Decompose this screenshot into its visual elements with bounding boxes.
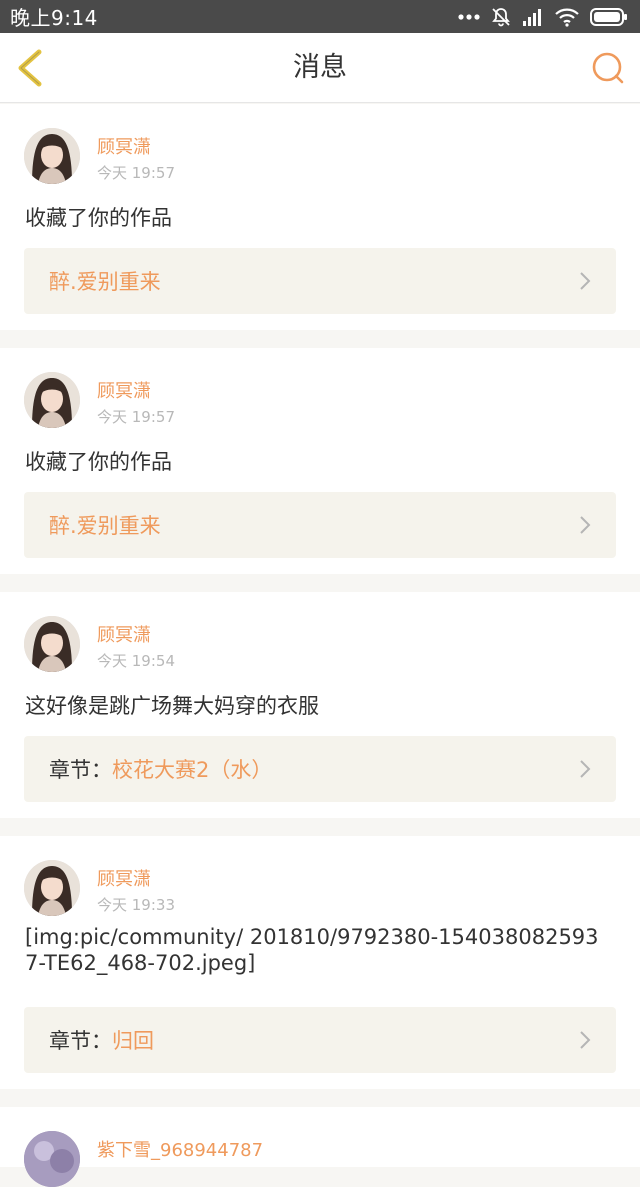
- message-text: 收藏了你的作品: [25, 450, 172, 474]
- chapter-reference-link[interactable]: 章节：归回: [24, 1007, 616, 1073]
- battery-icon: [590, 7, 627, 26]
- work-reference-link[interactable]: 醉.爱别重来: [24, 492, 616, 558]
- chapter-reference-link[interactable]: 章节：校花大赛2（水）: [24, 736, 616, 802]
- chevron-right-icon: [580, 760, 591, 778]
- status-time: 晚上9:14: [10, 6, 98, 30]
- message-text: [img:pic/community/ 201810/9792380-15403…: [25, 925, 599, 975]
- avatar[interactable]: [24, 128, 80, 184]
- reference-title: 醉.爱别重来: [49, 270, 161, 294]
- reference-prefix: 章节：: [49, 1029, 112, 1053]
- reference-label: 章节：校花大赛2（水）: [49, 754, 272, 784]
- message-text: 收藏了你的作品: [25, 206, 172, 230]
- timestamp: 今天 19:33: [97, 896, 175, 914]
- timestamp: 今天 19:54: [97, 652, 175, 670]
- search-icon[interactable]: [590, 50, 626, 86]
- username[interactable]: 顾冥潇: [97, 377, 151, 403]
- reference-label: 章节：归回: [49, 1025, 154, 1055]
- work-reference-link[interactable]: 醉.爱别重来: [24, 248, 616, 314]
- message-text: 这好像是跳广场舞大妈穿的衣服: [25, 694, 319, 718]
- avatar[interactable]: [24, 1131, 80, 1187]
- username[interactable]: 紫下雪_968944787: [97, 1136, 263, 1162]
- signal-icon: [523, 8, 541, 26]
- chevron-right-icon: [580, 272, 591, 290]
- message-list: 顾冥潇 今天 19:57 收藏了你的作品 醉.爱别重来 顾冥潇 今天 19:57…: [0, 104, 640, 1187]
- chevron-right-icon: [580, 1031, 591, 1049]
- reference-title: 校花大赛2（水）: [112, 758, 273, 782]
- chevron-right-icon: [580, 516, 591, 534]
- reference-title: 归回: [112, 1029, 154, 1053]
- avatar[interactable]: [24, 860, 80, 916]
- reference-title: 醉.爱别重来: [49, 514, 161, 538]
- username[interactable]: 顾冥潇: [97, 133, 151, 159]
- message-card: 顾冥潇 今天 19:57 收藏了你的作品 醉.爱别重来: [0, 104, 640, 330]
- status-bar: 晚上9:14: [0, 0, 640, 33]
- message-card: 顾冥潇 今天 19:54 这好像是跳广场舞大妈穿的衣服 章节：校花大赛2（水）: [0, 592, 640, 818]
- page-title: 消息: [293, 52, 347, 83]
- message-card: 紫下雪_968944787: [0, 1107, 640, 1187]
- avatar[interactable]: [24, 372, 80, 428]
- timestamp: 今天 19:57: [97, 164, 175, 182]
- reference-prefix: 章节：: [49, 758, 112, 782]
- wifi-icon: [555, 8, 579, 27]
- message-card: 顾冥潇 今天 19:57 收藏了你的作品 醉.爱别重来: [0, 348, 640, 574]
- timestamp: 今天 19:57: [97, 408, 175, 426]
- username[interactable]: 顾冥潇: [97, 865, 151, 891]
- username[interactable]: 顾冥潇: [97, 621, 151, 647]
- message-card: 顾冥潇 今天 19:33 [img:pic/community/ 201810/…: [0, 836, 640, 1089]
- more-dots-icon: [458, 13, 480, 20]
- mute-bell-icon: [492, 7, 510, 26]
- nav-bar: 消息: [0, 33, 640, 103]
- avatar[interactable]: [24, 616, 80, 672]
- status-icons: [458, 6, 628, 28]
